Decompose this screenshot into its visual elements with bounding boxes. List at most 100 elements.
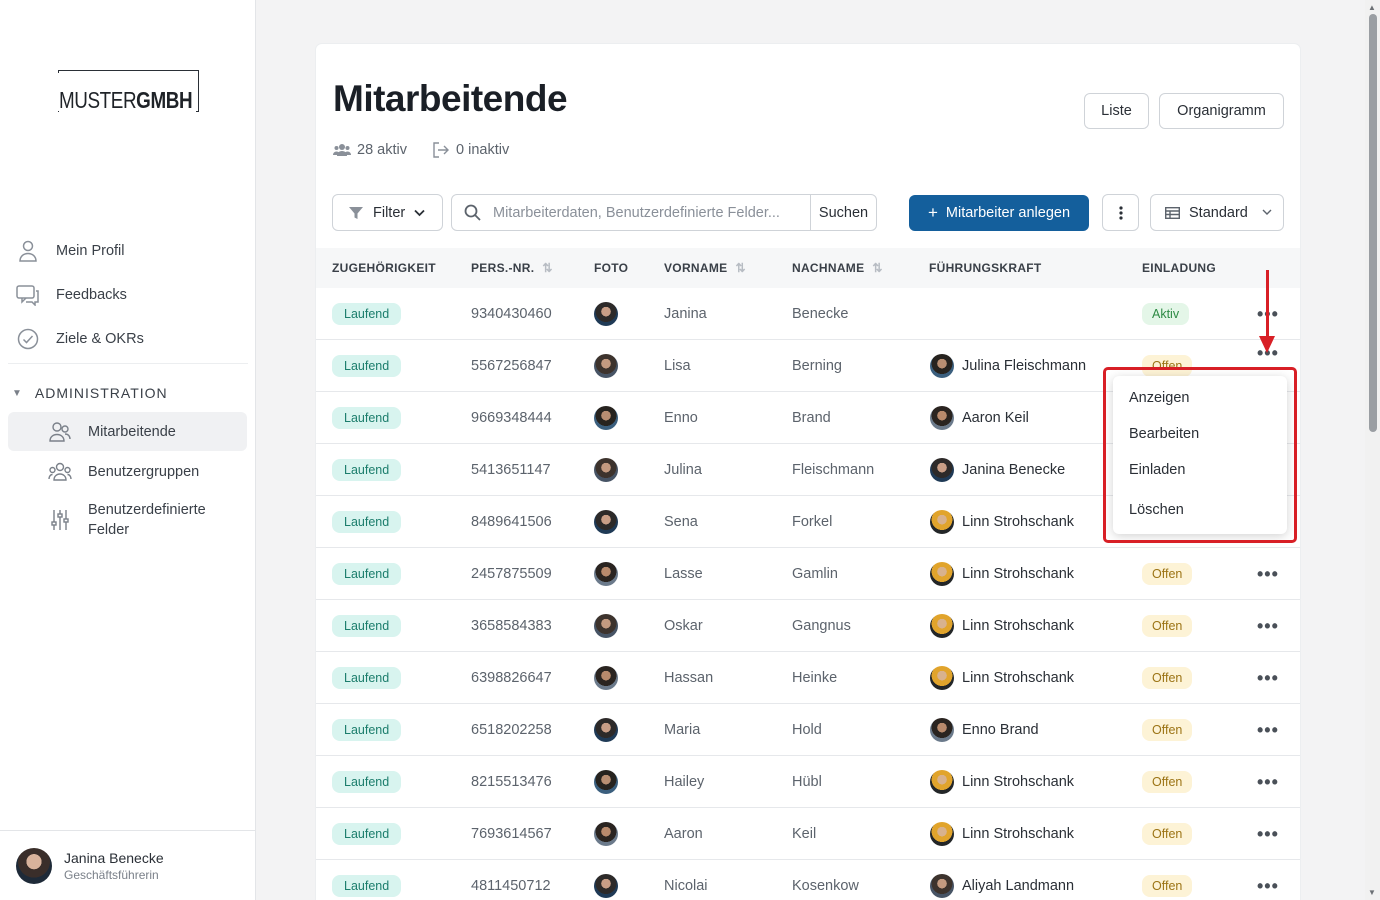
column-header-membership[interactable]: ZUGEHÖRIGKEIT (332, 248, 436, 288)
more-horizontal-icon[interactable]: ••• (1257, 824, 1279, 845)
sidebar-item-employees[interactable]: Mitarbeitende (8, 412, 247, 451)
table-row[interactable]: Laufend 6518202258 Maria Hold Enno Brand Offe… (316, 704, 1300, 756)
sidebar-item-label: Mein Profil (56, 243, 125, 259)
column-header-lastname[interactable]: NACHNAME ⇅ (792, 248, 883, 288)
scroll-down-icon[interactable]: ▼ (1368, 888, 1376, 897)
sidebar-item-usergroups[interactable]: Benutzergruppen (8, 452, 247, 491)
avatar (594, 406, 618, 430)
firstname-cell: Oskar (664, 618, 703, 634)
row-actions-button[interactable]: ••• (1257, 600, 1279, 652)
photo-cell (594, 860, 618, 900)
row-actions-button[interactable]: ••• (1257, 756, 1279, 808)
section-title: ADMINISTRATION (34, 385, 168, 401)
pers-nr-cell: 9340430460 (471, 306, 552, 322)
column-header-manager[interactable]: FÜHRUNGSKRAFT (929, 248, 1042, 288)
photo-cell (594, 340, 618, 392)
view-list-button[interactable]: Liste (1084, 93, 1149, 129)
manager-cell: Linn Strohschank (930, 756, 1074, 808)
invitation-cell: Offen (1142, 548, 1193, 600)
status-badge: Laufend (332, 303, 402, 325)
sort-icon[interactable]: ⇅ (542, 261, 552, 275)
scroll-up-icon[interactable]: ▲ (1368, 3, 1376, 12)
avatar (930, 458, 954, 482)
table-row[interactable]: Laufend9340430460JaninaBeneckeAktiv••• (316, 288, 1300, 340)
avatar (594, 302, 618, 326)
table-row[interactable]: Laufend 3658584383 Oskar Gangnus Linn Strohs… (316, 600, 1300, 652)
annotation-arrow-head (1259, 336, 1275, 353)
manager-cell: Linn Strohschank (930, 548, 1074, 600)
table-header: ZUGEHÖRIGKEIT PERS.-NR. ⇅ FOTO VORNAME ⇅ N… (316, 248, 1300, 288)
row-actions-button[interactable]: ••• (1257, 704, 1279, 756)
lastname-cell: Heinke (792, 670, 838, 686)
sidebar-item-custom-fields[interactable]: Benutzerdefinierte Felder (8, 500, 247, 540)
chevron-down-icon (414, 209, 425, 216)
sort-icon[interactable]: ⇅ (735, 261, 745, 275)
column-header-pers-nr[interactable]: PERS.-NR. ⇅ (471, 248, 553, 288)
more-horizontal-icon[interactable]: ••• (1257, 564, 1279, 585)
view-select[interactable]: Standard (1150, 194, 1284, 231)
lastname-cell: Benecke (792, 306, 849, 322)
search-button[interactable]: Suchen (811, 195, 876, 230)
sidebar-item-label: Ziele & OKRs (56, 331, 144, 347)
pers-nr-cell: 7693614567 (471, 826, 552, 842)
more-horizontal-icon[interactable]: ••• (1257, 772, 1279, 793)
photo-cell (594, 808, 618, 860)
search-input[interactable]: Mitarbeiterdaten, Benutzerdefinierte Fel… (452, 195, 811, 230)
manager-cell: Julina Fleischmann (930, 340, 1086, 392)
column-header-firstname[interactable]: VORNAME ⇅ (664, 248, 746, 288)
row-actions-button[interactable]: ••• (1257, 652, 1279, 704)
scrollbar[interactable]: ▲ ▼ (1365, 0, 1380, 900)
logout-icon (433, 142, 449, 158)
avatar (930, 666, 954, 690)
sort-icon[interactable]: ⇅ (872, 261, 882, 275)
invitation-cell: Offen (1142, 808, 1193, 860)
avatar (930, 406, 954, 430)
current-user[interactable]: Janina Benecke Geschäftsführerin (0, 830, 256, 900)
scroll-thumb[interactable] (1369, 14, 1377, 432)
plus-icon: + (927, 203, 938, 222)
more-horizontal-icon[interactable]: ••• (1257, 616, 1279, 637)
table-row[interactable]: Laufend 8215513476 Hailey Hübl Linn Strohsch… (316, 756, 1300, 808)
pers-nr-cell: 3658584383 (471, 618, 552, 634)
row-actions-button[interactable]: ••• (1257, 808, 1279, 860)
sidebar-item-profile[interactable]: Mein Profil (16, 239, 125, 263)
pers-nr-cell: 5567256847 (471, 358, 552, 374)
user-icon (16, 239, 40, 263)
more-horizontal-icon[interactable]: ••• (1257, 876, 1279, 897)
section-administration[interactable]: ▼ ADMINISTRATION (12, 385, 168, 401)
more-horizontal-icon[interactable]: ••• (1257, 668, 1279, 689)
table-row[interactable]: Laufend 6398826647 Hassan Heinke Linn Strohs… (316, 652, 1300, 704)
row-actions-button[interactable]: ••• (1257, 548, 1279, 600)
user-role: Geschäftsführerin (64, 868, 159, 882)
filter-button[interactable]: Filter (332, 194, 443, 231)
lastname-cell: Hübl (792, 774, 822, 790)
firstname-cell: Janina (664, 306, 707, 322)
invitation-cell: Offen (1142, 600, 1193, 652)
row-actions-button[interactable]: ••• (1257, 860, 1279, 900)
manager-cell: Aaron Keil (930, 392, 1029, 444)
status-badge: Laufend (332, 771, 402, 793)
membership-cell: Laufend (332, 756, 402, 808)
view-orgchart-button[interactable]: Organigramm (1159, 93, 1284, 129)
inactive-count: 0 inaktiv (432, 142, 509, 158)
photo-cell (594, 392, 618, 444)
add-employee-button[interactable]: + Mitarbeiter anlegen (909, 195, 1089, 231)
table-row[interactable]: Laufend 2457875509 Lasse Gamlin Linn Strohsc… (316, 548, 1300, 600)
table-row[interactable]: Laufend 4811450712 Nicolai Kosenkow Aliyah L… (316, 860, 1300, 900)
sidebar-item-goals[interactable]: Ziele & OKRs (16, 327, 144, 351)
more-horizontal-icon[interactable]: ••• (1257, 720, 1279, 741)
avatar (594, 354, 618, 378)
avatar (594, 510, 618, 534)
more-options-button[interactable] (1102, 194, 1139, 231)
pers-nr-cell: 2457875509 (471, 566, 552, 582)
user-name: Janina Benecke (64, 850, 164, 866)
pers-nr-cell: 8215513476 (471, 774, 552, 790)
avatar (594, 822, 618, 846)
table-row[interactable]: Laufend 7693614567 Aaron Keil Linn Strohscha… (316, 808, 1300, 860)
avatar (930, 562, 954, 586)
column-header-invitation[interactable]: EINLADUNG (1142, 248, 1216, 288)
photo-cell (594, 756, 618, 808)
status-badge: Laufend (332, 511, 402, 533)
sidebar-item-feedbacks[interactable]: Feedbacks (16, 283, 127, 307)
active-count: 28 aktiv (333, 142, 407, 158)
